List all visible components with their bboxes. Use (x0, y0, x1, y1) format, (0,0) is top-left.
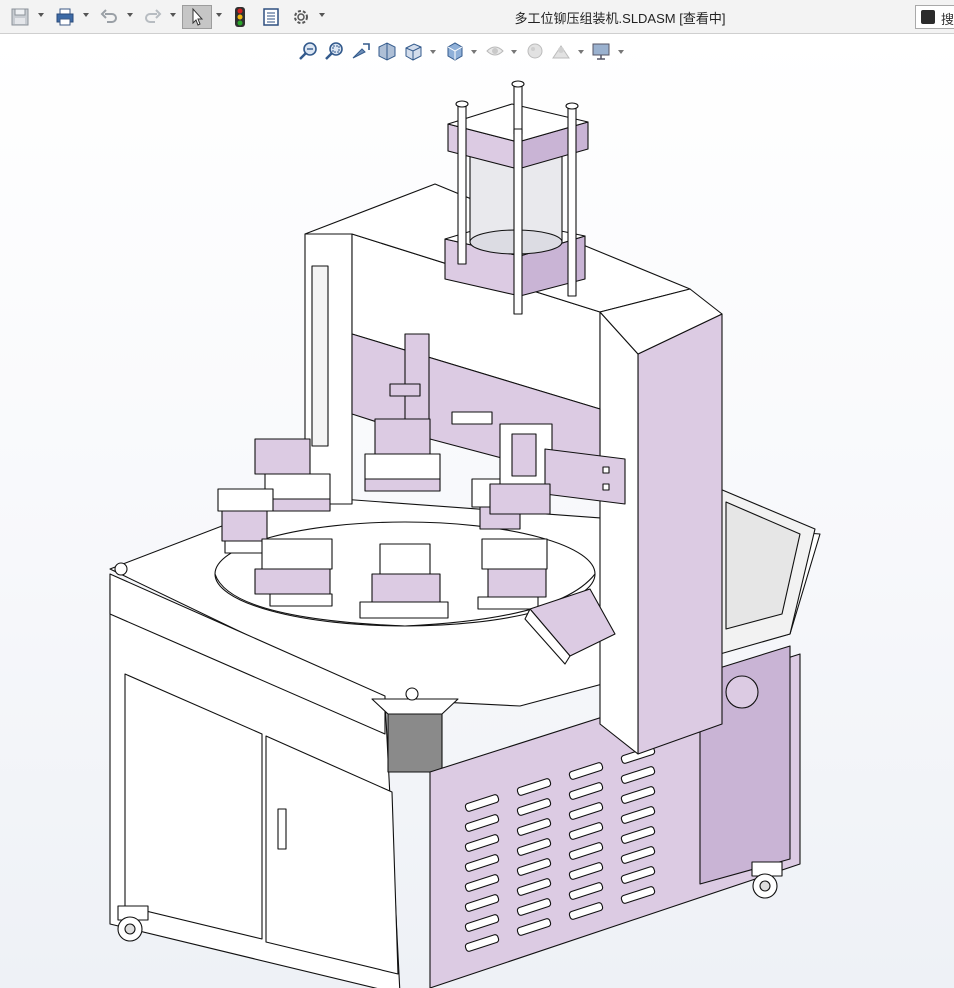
select-pointer-icon (192, 7, 204, 26)
cabinet-corner-block (387, 713, 443, 773)
rebuild-traffic-light-icon (235, 7, 245, 27)
select-button[interactable] (182, 5, 212, 29)
rebuild-button[interactable] (229, 5, 251, 29)
print-icon (56, 8, 74, 26)
file-properties-button[interactable] (259, 5, 283, 29)
title-bar: 多工位铆压组装机.SLDASM [查看中] 搜 (0, 0, 954, 34)
frame-right-pillar-side (599, 311, 639, 755)
leveling-bolt (114, 562, 128, 576)
graphics-area[interactable] (0, 34, 954, 988)
options-dropdown-icon[interactable] (319, 13, 325, 17)
frame-right-pillar-front (637, 313, 723, 755)
file-properties-icon (263, 8, 279, 26)
redo-button[interactable] (141, 5, 165, 29)
options-button[interactable] (289, 5, 313, 29)
undo-button[interactable] (97, 5, 121, 29)
save-button[interactable] (8, 5, 32, 29)
options-gear-icon (294, 10, 308, 24)
document-title: 多工位铆压组装机.SLDASM [查看中] (514, 11, 726, 26)
cabinet-corner-top (371, 698, 459, 715)
cable-port (725, 675, 759, 709)
caster-wheel-right (751, 861, 783, 899)
save-dropdown-icon[interactable] (38, 13, 44, 17)
leveling-bolt (405, 687, 419, 701)
fixture-station (364, 418, 441, 492)
save-icon (11, 8, 29, 26)
command-prompt-icon (921, 10, 935, 24)
rivet-press-assembly-model[interactable] (0, 34, 954, 988)
select-dropdown-icon[interactable] (216, 13, 222, 17)
print-button[interactable] (53, 5, 77, 29)
fixture-station (477, 538, 548, 610)
undo-icon (100, 9, 117, 23)
redo-dropdown-icon[interactable] (170, 13, 176, 17)
print-dropdown-icon[interactable] (83, 13, 89, 17)
search-commands-box[interactable]: 搜 (915, 5, 954, 29)
undo-dropdown-icon[interactable] (127, 13, 133, 17)
redo-icon (145, 9, 162, 23)
search-label: 搜 (941, 12, 954, 27)
door-handle[interactable] (277, 808, 287, 850)
